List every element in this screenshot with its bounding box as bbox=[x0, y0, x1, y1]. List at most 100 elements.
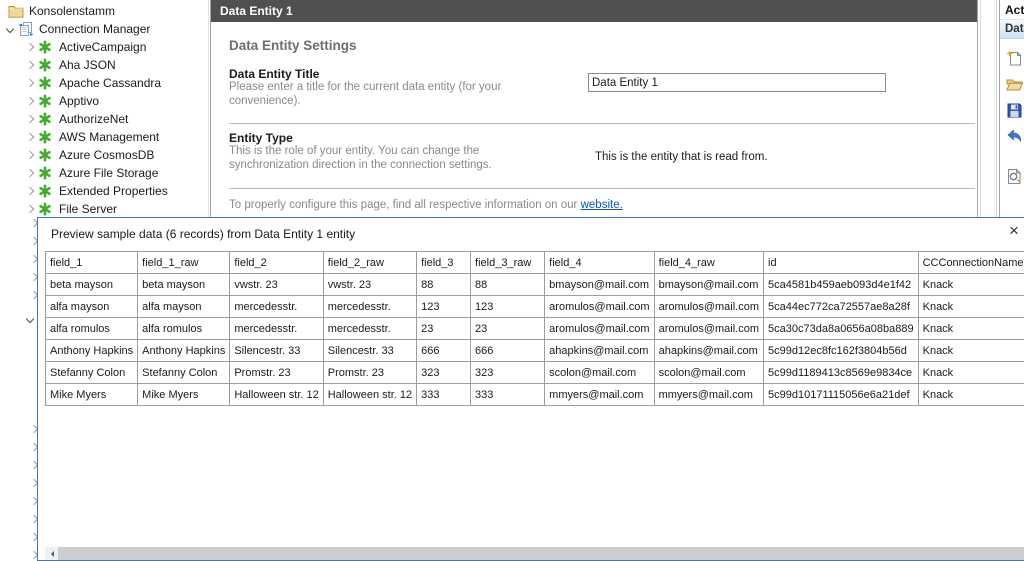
table-cell: Halloween str. 12 bbox=[230, 384, 323, 406]
tree-item-label: Azure File Storage bbox=[59, 166, 158, 180]
entity-title-description: Please enter a title for the current dat… bbox=[229, 81, 567, 108]
website-link[interactable]: website. bbox=[581, 199, 623, 211]
column-header-field_3[interactable]: field_3 bbox=[417, 252, 471, 274]
table-cell: Knack bbox=[918, 340, 1024, 362]
tree-item-label: Apptivo bbox=[59, 94, 99, 108]
table-cell: Stefanny Colon bbox=[46, 362, 138, 384]
connector-icon bbox=[38, 183, 54, 199]
tree-item-authorizenet[interactable]: AuthorizeNet bbox=[0, 110, 128, 128]
tree-item-extended-properties[interactable]: Extended Properties bbox=[0, 182, 168, 200]
table-row[interactable]: alfa maysonalfa maysonmercedesstr.merced… bbox=[46, 296, 1024, 318]
column-header-field_3_raw[interactable]: field_3_raw bbox=[471, 252, 545, 274]
table-cell: vwstr. 23 bbox=[230, 274, 323, 296]
table-cell: Mike Myers bbox=[138, 384, 230, 406]
tree-item-label: Azure CosmosDB bbox=[59, 148, 154, 162]
chevron-right-icon[interactable] bbox=[22, 62, 38, 68]
table-cell: Knack bbox=[918, 274, 1024, 296]
open-icon[interactable] bbox=[1006, 76, 1023, 93]
tree-item-label: AuthorizeNet bbox=[59, 112, 128, 126]
preview-icon[interactable] bbox=[1006, 168, 1023, 185]
configure-hint: To properly configure this page, find al… bbox=[229, 199, 623, 211]
tree-item-label: File Server bbox=[59, 202, 117, 216]
column-header-field_1[interactable]: field_1 bbox=[46, 252, 138, 274]
chevron-down-icon[interactable] bbox=[2, 26, 18, 32]
column-header-field_4_raw[interactable]: field_4_raw bbox=[654, 252, 763, 274]
table-cell: aromulos@mail.com bbox=[545, 318, 654, 340]
section-heading: Data Entity Settings bbox=[229, 38, 357, 53]
connector-icon bbox=[38, 93, 54, 109]
table-row[interactable]: beta maysonbeta maysonvwstr. 23vwstr. 23… bbox=[46, 274, 1024, 296]
table-row[interactable]: Mike MyersMike MyersHalloween str. 12Hal… bbox=[46, 384, 1024, 406]
table-cell: 5ca4581b459aeb093d4e1f42 bbox=[764, 274, 919, 296]
preview-popup: Preview sample data (6 records) from Dat… bbox=[37, 217, 1024, 561]
close-icon[interactable]: × bbox=[1003, 220, 1024, 242]
tree-item-aha-json[interactable]: Aha JSON bbox=[0, 56, 116, 74]
chevron-right-icon[interactable] bbox=[22, 44, 38, 50]
column-header-field_4[interactable]: field_4 bbox=[545, 252, 654, 274]
tree-item-connection-manager[interactable]: Connection Manager bbox=[0, 20, 150, 38]
table-cell: alfa mayson bbox=[138, 296, 230, 318]
tree-item-aws-management[interactable]: AWS Management bbox=[0, 128, 159, 146]
new-entity-icon[interactable] bbox=[1006, 50, 1023, 67]
column-header-field_2[interactable]: field_2 bbox=[230, 252, 323, 274]
undo-icon[interactable] bbox=[1006, 128, 1023, 145]
table-cell: Stefanny Colon bbox=[138, 362, 230, 384]
table-cell: ahapkins@mail.com bbox=[654, 340, 763, 362]
chevron-right-icon[interactable] bbox=[22, 134, 38, 140]
table-cell: 5c99d1189413c8569e9834ce bbox=[764, 362, 919, 384]
entity-type-description: This is the role of your entity. You can… bbox=[229, 145, 517, 172]
table-cell: scolon@mail.com bbox=[545, 362, 654, 384]
table-cell: mercedesstr. bbox=[323, 296, 416, 318]
entity-type-value: This is the entity that is read from. bbox=[595, 151, 768, 163]
chevron-down-icon[interactable] bbox=[22, 312, 38, 326]
connector-icon bbox=[38, 201, 54, 217]
connector-icon bbox=[38, 57, 54, 73]
entity-title-label: Data Entity Title bbox=[229, 67, 319, 81]
column-header-field_1_raw[interactable]: field_1_raw bbox=[138, 252, 230, 274]
panel-title-bar: Data Entity 1 bbox=[211, 0, 977, 22]
chevron-right-icon[interactable] bbox=[22, 206, 38, 212]
table-cell: alfa mayson bbox=[46, 296, 138, 318]
tree-item-console-root[interactable]: Konsolenstamm bbox=[0, 2, 115, 20]
table-cell: mercedesstr. bbox=[323, 318, 416, 340]
horizontal-scrollbar[interactable] bbox=[45, 547, 1024, 560]
chevron-right-icon[interactable] bbox=[22, 80, 38, 86]
chevron-right-icon[interactable] bbox=[22, 152, 38, 158]
tree-item-file-server[interactable]: File Server bbox=[0, 200, 117, 218]
table-cell: mercedesstr. bbox=[230, 318, 323, 340]
tree-item-apache-cassandra[interactable]: Apache Cassandra bbox=[0, 74, 161, 92]
actions-group-header[interactable]: Data Entity 1 bbox=[1000, 20, 1024, 39]
chevron-right-icon[interactable] bbox=[22, 170, 38, 176]
chevron-right-icon[interactable] bbox=[22, 98, 38, 104]
table-row[interactable]: alfa romulosalfa romulosmercedesstr.merc… bbox=[46, 318, 1024, 340]
table-row[interactable]: Stefanny ColonStefanny ColonPromstr. 23P… bbox=[46, 362, 1024, 384]
save-icon[interactable] bbox=[1006, 102, 1023, 119]
table-cell: 666 bbox=[417, 340, 471, 362]
table-cell: beta mayson bbox=[46, 274, 138, 296]
scrollbar-thumb[interactable] bbox=[58, 547, 1024, 560]
table-cell: 123 bbox=[417, 296, 471, 318]
table-cell: Mike Myers bbox=[46, 384, 138, 406]
table-cell: aromulos@mail.com bbox=[654, 318, 763, 340]
tree-item-label: Connection Manager bbox=[39, 22, 150, 36]
table-cell: Promstr. 23 bbox=[323, 362, 416, 384]
tree-item-label: AWS Management bbox=[59, 130, 159, 144]
tree-item-label: Konsolenstamm bbox=[29, 4, 115, 18]
table-cell: 323 bbox=[417, 362, 471, 384]
tree-item-activecampaign[interactable]: ActiveCampaign bbox=[0, 38, 146, 56]
tree-item-azure-file-storage[interactable]: Azure File Storage bbox=[0, 164, 158, 182]
table-cell: 666 bbox=[471, 340, 545, 362]
chevron-right-icon[interactable] bbox=[22, 188, 38, 194]
entity-title-input[interactable] bbox=[588, 73, 886, 92]
table-cell: alfa romulos bbox=[138, 318, 230, 340]
chevron-right-icon[interactable] bbox=[22, 116, 38, 122]
table-row[interactable]: Anthony HapkinsAnthony HapkinsSilencestr… bbox=[46, 340, 1024, 362]
column-header-field_2_raw[interactable]: field_2_raw bbox=[323, 252, 416, 274]
tree-item-apptivo[interactable]: Apptivo bbox=[0, 92, 99, 110]
column-header-id[interactable]: id bbox=[764, 252, 919, 274]
table-cell: 5c99d10171115056e6a21def bbox=[764, 384, 919, 406]
scroll-left-button[interactable] bbox=[45, 547, 58, 560]
table-cell: 5c99d12ec8fc162f3804b56d bbox=[764, 340, 919, 362]
column-header-ccconnectionname[interactable]: CCConnectionName bbox=[918, 252, 1024, 274]
tree-item-azure-cosmosdb[interactable]: Azure CosmosDB bbox=[0, 146, 154, 164]
